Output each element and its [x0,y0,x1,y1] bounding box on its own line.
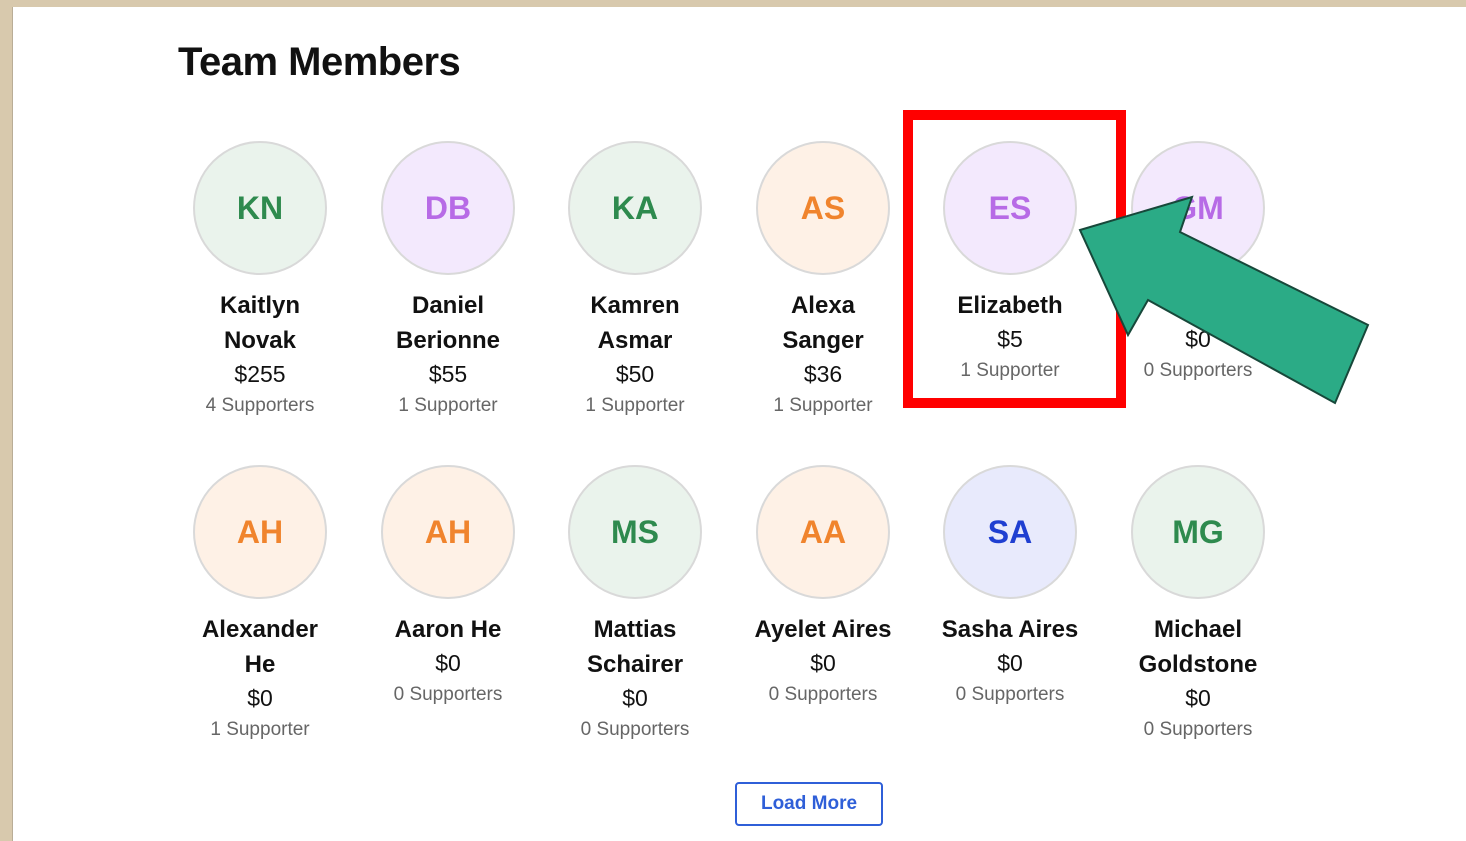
avatar[interactable]: MG [1131,465,1265,599]
member-name[interactable]: Ayelet Aires [733,612,913,647]
avatar[interactable]: AA [756,465,890,599]
supporter-count: 0 Supporters [393,684,503,705]
supporter-count: 1 Supporter [773,395,873,416]
amount-raised: $0 [997,650,1023,676]
amount-raised: $0 [247,685,273,711]
supporter-count: 0 Supporters [1143,360,1253,381]
avatar[interactable]: ES [943,141,1077,275]
avatar[interactable]: AH [381,465,515,599]
member-name[interactable]: Marq [1108,288,1288,323]
supporter-count: 1 Supporter [398,395,498,416]
amount-raised: $0 [1185,685,1211,711]
supporter-count: 0 Supporters [955,684,1065,705]
team-member-card[interactable]: MG Michael Goldstone $0 0 Supporters [1108,465,1288,746]
supporter-count: 0 Supporters [768,684,878,705]
member-name[interactable]: Kamren Asmar [545,288,725,358]
team-member-card[interactable]: SA Sasha Aires $0 0 Supporters [920,465,1100,711]
member-name[interactable]: Aaron He [358,612,538,647]
member-name[interactable]: Michael Goldstone [1108,612,1288,682]
avatar[interactable]: MS [568,465,702,599]
amount-raised: $0 [622,685,648,711]
avatar[interactable]: AS [756,141,890,275]
amount-raised: $0 [810,650,836,676]
amount-raised: $50 [615,361,655,387]
member-name[interactable]: Alexander He [170,612,350,682]
avatar[interactable]: KN [193,141,327,275]
avatar[interactable]: SA [943,465,1077,599]
team-member-card[interactable]: MS Mattias Schairer $0 0 Supporters [545,465,725,746]
team-member-card[interactable]: KA Kamren Asmar $50 1 Supporter [545,141,725,422]
amount-raised: $36 [803,361,843,387]
supporter-count: 4 Supporters [205,395,315,416]
supporter-count: 0 Supporters [1143,719,1253,740]
member-name[interactable]: Alexa Sanger [733,288,913,358]
supporter-count: 1 Supporter [960,360,1060,381]
avatar[interactable]: KA [568,141,702,275]
team-member-card[interactable]: ES Elizabeth $5 1 Supporter [920,141,1100,387]
amount-raised: $55 [428,361,468,387]
team-member-card[interactable]: AA Ayelet Aires $0 0 Supporters [733,465,913,711]
avatar[interactable]: DB [381,141,515,275]
member-name[interactable]: Mattias Schairer [545,612,725,682]
avatar[interactable]: AH [193,465,327,599]
team-member-card[interactable]: AH Alexander He $0 1 Supporter [170,465,350,746]
member-name[interactable]: Elizabeth [920,288,1100,323]
amount-raised: $255 [234,361,286,387]
supporter-count: 1 Supporter [210,719,310,740]
load-more-button[interactable]: Load More [735,782,883,826]
team-member-card[interactable]: GM Marq $0 0 Supporters [1108,141,1288,387]
team-member-card[interactable]: KN Kaitlyn Novak $255 4 Supporters [170,141,350,422]
team-member-card[interactable]: AS Alexa Sanger $36 1 Supporter [733,141,913,422]
team-member-card[interactable]: AH Aaron He $0 0 Supporters [358,465,538,711]
member-name[interactable]: Daniel Berionne [358,288,538,358]
supporter-count: 1 Supporter [585,395,685,416]
avatar[interactable]: GM [1131,141,1265,275]
amount-raised: $0 [1185,326,1211,352]
team-member-card[interactable]: DB Daniel Berionne $55 1 Supporter [358,141,538,422]
amount-raised: $0 [435,650,461,676]
member-name[interactable]: Kaitlyn Novak [170,288,350,358]
supporter-count: 0 Supporters [580,719,690,740]
page-title: Team Members [178,40,461,84]
member-name[interactable]: Sasha Aires [920,612,1100,647]
amount-raised: $5 [997,326,1023,352]
